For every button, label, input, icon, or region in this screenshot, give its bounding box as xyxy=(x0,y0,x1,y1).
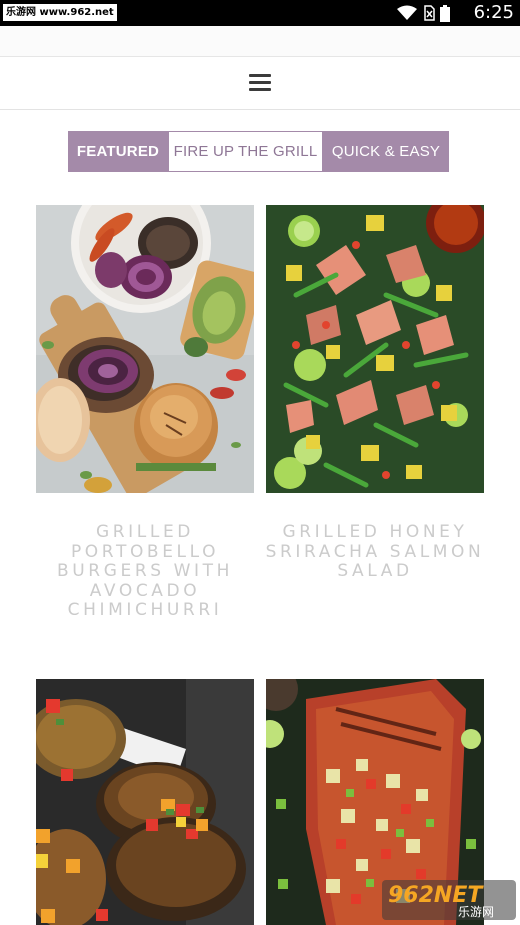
tab-quick-and-easy[interactable]: QUICK & EASY xyxy=(323,131,449,172)
recipe-title[interactable]: GRILLED PORTOBELLO BURGERS WITH AVOCADO … xyxy=(28,522,262,621)
top-strip xyxy=(0,26,520,57)
status-bar: 乐游网 www.962.net 6:25 xyxy=(0,0,520,26)
tab-featured[interactable]: FEATURED xyxy=(68,131,168,172)
recipe-title[interactable]: GRILLED HONEY SRIRACHA SALMON SALAD xyxy=(258,522,492,582)
no-sim-icon xyxy=(424,5,435,21)
portobello-burger-photo[interactable] xyxy=(36,205,254,493)
status-time: 6:25 xyxy=(473,2,514,23)
chicken-salsa-photo[interactable] xyxy=(36,679,254,925)
category-tabs: FEATURED FIRE UP THE GRILL QUICK & EASY xyxy=(68,131,449,172)
salmon-salad-photo[interactable] xyxy=(266,205,484,493)
watermark-badge: 乐游网 www.962.net xyxy=(3,4,117,21)
site-header xyxy=(0,57,520,110)
watermark-sub-text: 乐游网 xyxy=(458,905,494,919)
hamburger-menu-icon[interactable] xyxy=(249,74,271,92)
site-watermark-logo: 962NET 乐游网 xyxy=(382,876,516,920)
tab-fire-up-the-grill[interactable]: FIRE UP THE GRILL xyxy=(168,131,323,172)
wifi-icon xyxy=(397,5,417,20)
battery-icon xyxy=(440,4,450,22)
